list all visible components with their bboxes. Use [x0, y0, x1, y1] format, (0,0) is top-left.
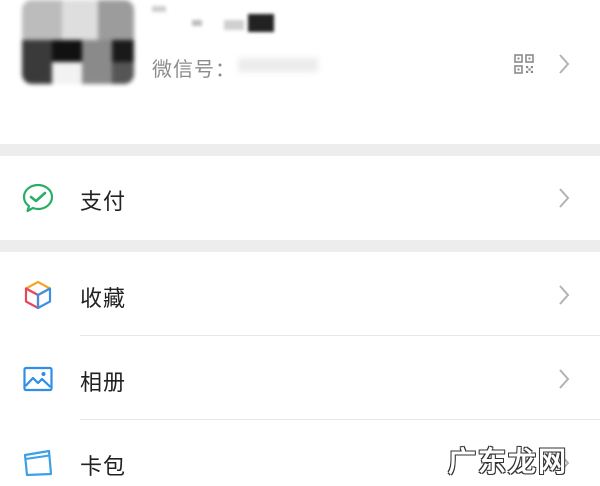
menu-item-pay[interactable]: 支付 — [0, 156, 600, 240]
chevron-right-icon — [559, 285, 570, 305]
menu-item-label: 相册 — [80, 371, 127, 396]
menu-item-label: 收藏 — [80, 287, 127, 312]
wechat-pay-icon — [22, 183, 54, 213]
wechat-id-value-blurred — [238, 58, 318, 72]
qr-code-icon[interactable] — [514, 54, 534, 74]
menu-item-label: 卡包 — [80, 455, 127, 480]
wechat-id-label: 微信号： — [152, 57, 236, 81]
site-watermark: 广东龙网 — [447, 445, 568, 478]
me-page: 微信号： 支付 收藏 相册 卡包 广东龙网 — [0, 0, 600, 486]
menu-item-favorites[interactable]: 收藏 — [0, 252, 600, 336]
favorites-cube-icon — [24, 280, 52, 310]
profile-header[interactable]: 微信号： — [0, 0, 600, 144]
card-wallet-icon — [23, 449, 53, 477]
avatar[interactable] — [22, 0, 134, 84]
album-picture-icon — [23, 366, 53, 392]
chevron-right-icon — [559, 188, 570, 208]
chevron-right-icon — [559, 54, 570, 74]
chevron-right-icon — [559, 369, 570, 389]
menu-item-label: 支付 — [80, 190, 127, 215]
menu-item-album[interactable]: 相册 — [0, 336, 600, 420]
section-separator — [0, 144, 600, 156]
nickname-blurred — [152, 6, 282, 32]
section-separator — [0, 240, 600, 252]
